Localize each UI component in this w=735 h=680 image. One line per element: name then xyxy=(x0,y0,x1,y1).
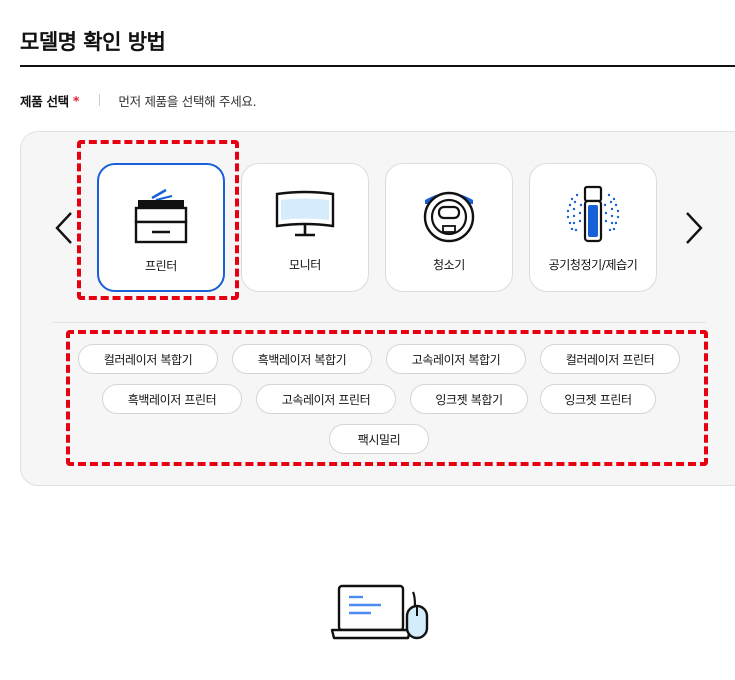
page-title: 모델명 확인 방법 xyxy=(20,30,166,54)
category-label: 공기청정기/제습기 xyxy=(548,258,638,272)
air-purifier-icon xyxy=(561,185,625,244)
required-mark: * xyxy=(72,92,80,108)
category-label: 청소기 xyxy=(433,258,465,272)
printer-icon xyxy=(129,187,193,245)
category-card-monitor[interactable]: 모니터 xyxy=(241,163,369,292)
subcategory-chip[interactable]: 흑백레이저 복합기 xyxy=(232,344,372,374)
category-label: 프린터 xyxy=(145,259,177,273)
category-card-vacuum[interactable]: 청소기 xyxy=(385,163,513,292)
title-divider xyxy=(20,65,735,67)
panel-divider xyxy=(52,322,706,323)
label-divider xyxy=(99,94,101,106)
subcategory-chip[interactable]: 잉크젯 복합기 xyxy=(410,384,528,414)
product-select-row: 제품 선택 * 먼저 제품을 선택해 주세요. xyxy=(20,91,257,109)
subcategory-chip[interactable]: 팩시밀리 xyxy=(329,424,429,454)
subcategory-chip[interactable]: 컬러레이저 복합기 xyxy=(78,344,218,374)
subcategory-chip[interactable]: 흑백레이저 프린터 xyxy=(102,384,242,414)
carousel-next-button[interactable] xyxy=(682,210,706,246)
subcategory-chip[interactable]: 고속레이저 프린터 xyxy=(256,384,396,414)
chevron-right-icon xyxy=(686,212,703,244)
product-select-label: 제품 선택 xyxy=(20,93,69,109)
category-card-printer[interactable]: 프린터 xyxy=(97,163,225,292)
category-card-air-purifier[interactable]: 공기청정기/제습기 xyxy=(529,163,657,292)
laptop-icon xyxy=(330,584,429,640)
robot-vacuum-icon xyxy=(417,186,481,244)
carousel-prev-button[interactable] xyxy=(52,210,76,246)
chevron-left-icon xyxy=(55,212,72,244)
product-select-guide: 먼저 제품을 선택해 주세요. xyxy=(118,93,257,109)
monitor-icon xyxy=(273,186,337,244)
subcategory-chip[interactable]: 잉크젯 프린터 xyxy=(540,384,656,414)
laptop-mouse-illustration xyxy=(329,584,433,644)
category-label: 모니터 xyxy=(289,258,321,272)
subcategory-chip[interactable]: 컬러레이저 프린터 xyxy=(540,344,680,374)
subcategory-chip[interactable]: 고속레이저 복합기 xyxy=(386,344,526,374)
